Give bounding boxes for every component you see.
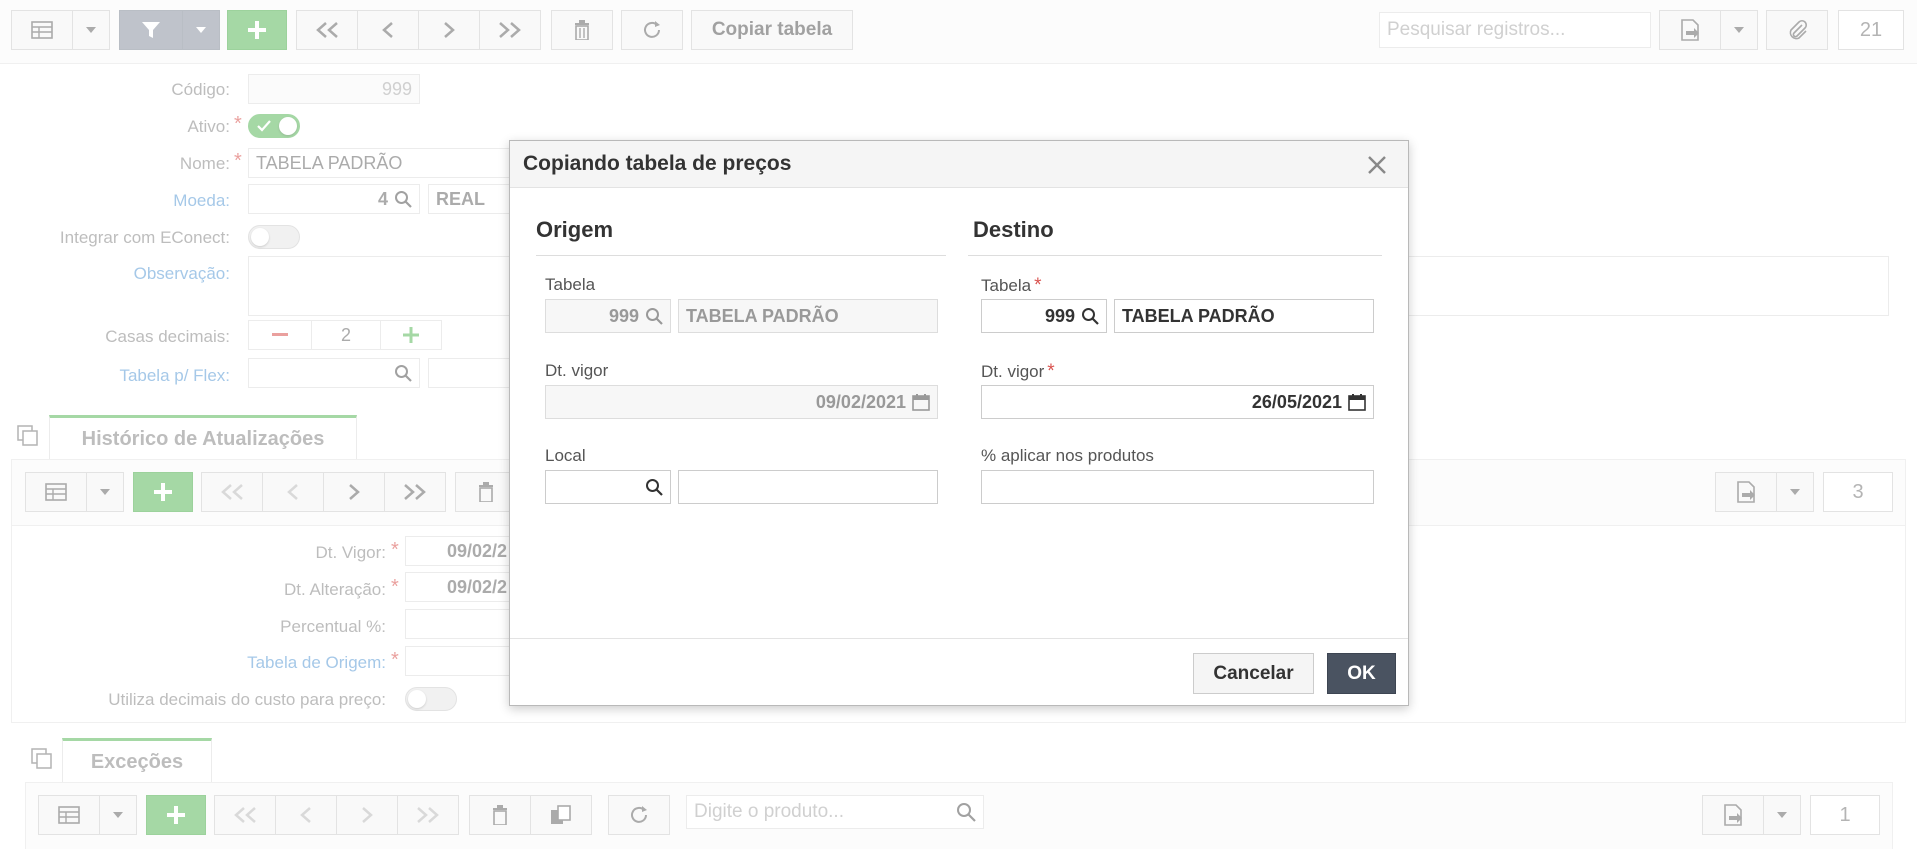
destino-divider <box>968 255 1382 256</box>
dialog-title: Copiando tabela de preços <box>523 152 792 175</box>
origem-divider <box>536 255 946 256</box>
search-icon[interactable] <box>1081 307 1099 325</box>
copy-table-dialog: Copiando tabela de preços Origem Tabela … <box>509 140 1409 706</box>
destino-tabela-code-field[interactable]: 999 <box>981 299 1107 333</box>
origem-dt-vigor-field: 09/02/2021 <box>545 385 938 419</box>
destino-tabela-code-value: 999 <box>1044 305 1075 326</box>
destino-aplicar-label: % aplicar nos produtos <box>981 446 1154 465</box>
destino-heading: Destino <box>973 217 1054 242</box>
origem-heading: Origem <box>536 217 614 242</box>
destino-dt-vigor-field[interactable]: 26/05/2021 <box>981 385 1374 419</box>
origem-tabela-label: Tabela <box>545 275 596 294</box>
destino-aplicar-field[interactable] <box>981 470 1374 504</box>
origem-tabela-code-field: 999 <box>545 299 671 333</box>
cancel-button[interactable]: Cancelar <box>1193 653 1314 694</box>
dialog-footer-divider <box>510 638 1408 639</box>
ok-button[interactable]: OK <box>1327 653 1396 694</box>
origem-local-name-field <box>678 470 938 504</box>
destino-dt-vigor-label: Dt. vigor * <box>981 361 1055 382</box>
destino-tabela-label: Tabela * <box>981 275 1042 296</box>
destino-dt-vigor-value: 26/05/2021 <box>1251 391 1342 412</box>
calendar-icon[interactable] <box>1348 393 1366 411</box>
origem-local-code-field[interactable] <box>545 470 671 504</box>
search-icon <box>646 308 663 325</box>
calendar-icon <box>912 394 930 411</box>
origem-tabela-name-field: TABELA PADRÃO <box>678 299 938 333</box>
origem-dt-vigor-value: 09/02/2021 <box>815 391 906 412</box>
close-icon[interactable] <box>1366 154 1388 176</box>
origem-dt-vigor-label: Dt. vigor <box>545 361 609 380</box>
origem-tabela-code-value: 999 <box>608 305 639 326</box>
origem-local-label: Local <box>545 446 586 465</box>
destino-tabela-name-field: TABELA PADRÃO <box>1114 299 1374 333</box>
search-icon <box>646 479 663 496</box>
